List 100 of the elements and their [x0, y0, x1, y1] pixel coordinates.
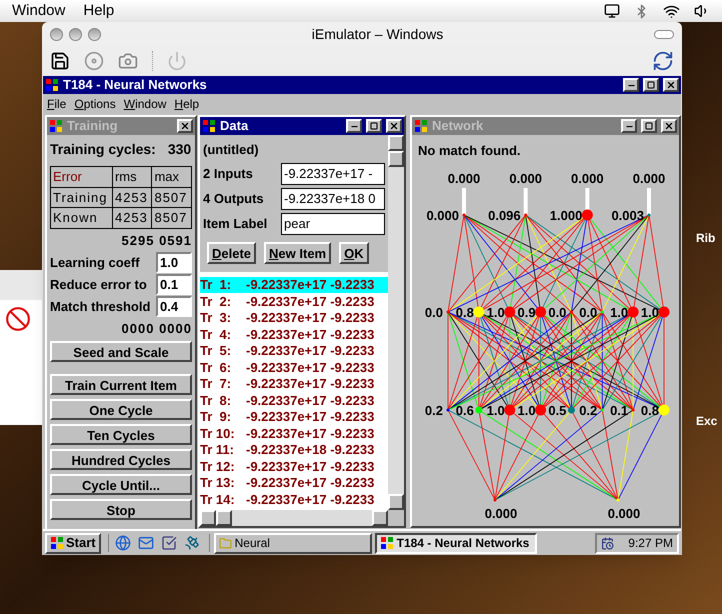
close-icon — [666, 80, 676, 90]
node-value: 0.000 — [426, 208, 459, 222]
list-item[interactable]: Tr 13: -9.22337e+17 -9.2233 — [200, 474, 388, 491]
clock: 9:27 PM — [628, 535, 673, 552]
table-cell: 8507 — [152, 208, 192, 228]
maximize-button[interactable] — [366, 119, 382, 133]
maximize-button[interactable] — [641, 119, 657, 133]
list-item[interactable]: Tr 1: -9.22337e+17 -9.2233 — [200, 276, 388, 293]
browser-icon[interactable] — [114, 535, 131, 551]
blocked-icon — [5, 306, 31, 332]
param-field[interactable]: 0.4 — [156, 296, 192, 317]
value-field[interactable]: pear — [281, 212, 385, 234]
list-item[interactable]: Tr 14: -9.22337e+17 -9.2233 — [200, 491, 388, 508]
menu-item[interactable]: Window — [12, 0, 66, 22]
list-item[interactable]: Tr 7: -9.22337e+17 -9.2233 — [200, 376, 388, 392]
menu-item[interactable]: Options — [74, 94, 116, 112]
close-icon — [664, 121, 674, 131]
close-button[interactable] — [177, 119, 193, 133]
status-message: No match found. — [418, 143, 521, 158]
field-label: 2 Inputs — [203, 164, 253, 183]
param-label: Learning coeff — [50, 254, 140, 272]
menu-item[interactable]: Help — [174, 94, 200, 112]
value-field[interactable]: -9.22337e+17 - — [281, 162, 385, 184]
scheduler-icon[interactable] — [601, 536, 614, 550]
menu-item[interactable]: Window — [124, 94, 166, 112]
action-button[interactable]: Ten Cycles — [50, 424, 192, 444]
action-button[interactable]: Train Current Item — [50, 374, 192, 394]
node-value: 0.9 — [518, 304, 536, 320]
desktop-icon-label[interactable]: Exc — [696, 412, 718, 430]
column-header: max — [152, 166, 192, 187]
start-button[interactable]: Start — [45, 532, 101, 554]
action-button[interactable]: Cycle Until... — [50, 474, 192, 494]
node-value: 0.0 — [548, 304, 566, 320]
node-value: 0.0 — [424, 304, 443, 320]
node-value: 1.0 — [486, 402, 505, 418]
minimize-button[interactable] — [623, 78, 639, 92]
form-button[interactable]: OK — [339, 242, 369, 264]
action-button[interactable]: Stop — [50, 498, 192, 520]
form-button[interactable]: New Item — [264, 242, 332, 264]
list-item[interactable]: Tr 11: -9.22337e+18 -9.2233 — [200, 442, 388, 458]
horizontal-scrollbar[interactable] — [200, 510, 388, 526]
list-item[interactable]: Tr 2: -9.22337e+17 -9.2233 — [200, 293, 388, 310]
list-item[interactable]: Tr 8: -9.22337e+17 -9.2233 — [200, 392, 388, 408]
window-control-icon[interactable] — [50, 28, 63, 41]
windows-logo-icon — [202, 119, 216, 133]
checkbox-icon[interactable] — [160, 535, 177, 551]
mail-icon[interactable] — [138, 535, 154, 551]
node-value: 1.0 — [486, 304, 505, 320]
node-value: 0.2 — [579, 402, 598, 418]
node-value: 0.1 — [610, 402, 628, 418]
param-field[interactable]: 0.1 — [156, 274, 192, 295]
action-button[interactable]: Seed and Scale — [50, 340, 192, 362]
minimize-button[interactable] — [346, 119, 362, 133]
satellite-icon[interactable] — [184, 535, 200, 551]
toolbar-toggle-icon[interactable] — [654, 30, 674, 39]
list-item[interactable]: Tr 6: -9.22337e+17 -9.2233 — [200, 359, 388, 376]
menu-item[interactable]: Help — [83, 0, 114, 22]
window-title: iEmulator – Windows — [310, 25, 444, 44]
list-item[interactable]: Tr 4: -9.22337e+17 -9.2233 — [200, 326, 388, 342]
menu-item[interactable]: File — [47, 94, 66, 112]
desktop-icon-label[interactable]: Rib — [696, 229, 716, 247]
list-item[interactable]: Tr 3: -9.22337e+17 -9.2233 — [200, 310, 388, 326]
action-button[interactable]: One Cycle — [50, 398, 192, 420]
close-button[interactable] — [663, 78, 679, 92]
param-field[interactable]: 1.0 — [156, 252, 192, 273]
node-value: 0.8 — [640, 402, 659, 418]
window-title: Data — [220, 117, 250, 136]
window-control-icon[interactable] — [88, 28, 101, 41]
action-button[interactable]: Hundred Cycles — [50, 448, 192, 470]
form-button[interactable]: Delete — [207, 242, 256, 264]
list-item[interactable]: Tr 10: -9.22337e+17 -9.2233 — [200, 425, 388, 442]
list-item[interactable]: Tr 5: -9.22337e+17 -9.2233 — [200, 342, 388, 359]
floppy-icon[interactable] — [50, 50, 70, 70]
table-cell: 4253 — [112, 187, 152, 208]
close-button[interactable] — [386, 119, 402, 133]
target-value: 0.000 — [571, 170, 604, 186]
camera-icon[interactable] — [118, 50, 138, 70]
target-value: 0.000 — [632, 170, 666, 186]
list-item[interactable]: Tr 12: -9.22337e+17 -9.2233 — [200, 458, 388, 474]
node-value: 0.000 — [484, 506, 518, 520]
close-button[interactable] — [661, 119, 677, 133]
windows-logo-icon — [50, 536, 64, 550]
task-button[interactable]: T184 - Neural Networks — [374, 532, 537, 554]
node-value: 0.5 — [548, 402, 566, 418]
window-control-icon[interactable] — [69, 28, 82, 41]
vertical-scrollbar[interactable] — [388, 135, 404, 526]
restore-button[interactable] — [643, 78, 659, 92]
node-value: 0.8 — [456, 304, 474, 320]
minimize-button[interactable] — [621, 119, 637, 133]
list-item[interactable]: Tr 9: -9.22337e+17 -9.2233 — [200, 408, 388, 425]
column-header: rms — [112, 166, 152, 187]
table-cell: Known — [50, 208, 112, 228]
value-field[interactable]: -9.22337e+18 0 — [281, 188, 385, 210]
display-icon[interactable] — [604, 3, 620, 19]
refresh-icon[interactable] — [652, 50, 674, 72]
windows-logo-icon — [45, 78, 59, 92]
task-button[interactable]: Neural — [214, 532, 372, 554]
target-value: 0.000 — [509, 170, 542, 186]
file-name: (untitled) — [203, 141, 260, 159]
node-value: 1.000 — [550, 208, 582, 222]
